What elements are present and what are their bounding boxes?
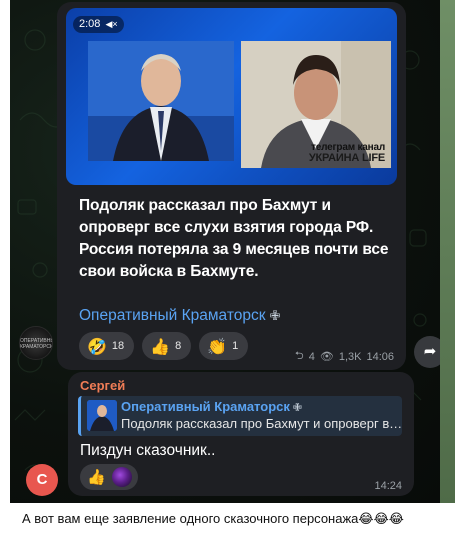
eye-icon: 👁 [319, 351, 334, 363]
reaction-count: 18 [111, 340, 125, 352]
reply-message-bubble[interactable]: Сергей Оперативный Краматорск ✙ Подоляк р… [68, 372, 414, 496]
reaction-chip[interactable]: 👍 [80, 464, 138, 490]
quoted-thumbnail-image [87, 400, 117, 431]
forward-count: 4 [308, 350, 315, 363]
video-right-panel-image: телеграм канал УКРАИНА LIFE [241, 41, 391, 168]
quoted-message[interactable]: Оперативный Краматорск ✙ Подоляк рассказа… [78, 396, 403, 436]
channel-watermark: телеграм канал УКРАИНА LIFE [305, 142, 385, 164]
post-message-text: Подоляк рассказал про Бахмут и опроверг … [79, 197, 389, 280]
news-anchor-image [88, 41, 234, 161]
post-signature[interactable]: Оперативный Краматорск ✙ [79, 307, 280, 325]
quoted-channel-label: Оперативный Краматорск [121, 399, 290, 414]
thumbs-up-emoji-icon: 👍 [150, 336, 171, 356]
reply-author-name[interactable]: Сергей [80, 378, 125, 393]
screenshot-frame: 2:08 ◀× телеграм канал УКРАИНА LIFE Подо… [0, 0, 455, 554]
user-avatar[interactable]: С [26, 464, 58, 496]
reaction-chip[interactable]: 👏 1 [199, 332, 249, 360]
signature-label: Оперативный Краматорск [79, 307, 266, 324]
watermark-line-2: УКРАИНА LIFE [308, 152, 385, 164]
video-thumbnail[interactable]: 2:08 ◀× телеграм канал УКРАИНА LIFE [66, 8, 397, 185]
channel-avatar-text: ОПЕРАТИВНЫЙ КРАМАТОРСК [20, 338, 53, 350]
channel-avatar[interactable]: ОПЕРАТИВНЫЙ КРАМАТОРСК [19, 326, 53, 360]
clapping-emoji-icon: 👏 [207, 336, 228, 356]
reaction-chip[interactable]: 👍 8 [142, 332, 192, 360]
quoted-thumbnail [87, 400, 117, 431]
avatar-letter: С [36, 471, 48, 488]
video-duration-chip: 2:08 ◀× [73, 16, 124, 33]
channel-post-bubble[interactable]: 2:08 ◀× телеграм канал УКРАИНА LIFE Подо… [57, 2, 406, 370]
post-time: 14:06 [366, 350, 394, 363]
post-meta: ⮌ 4 👁 1,3K 14:06 [295, 347, 394, 366]
cross-icon: ✙ [269, 308, 281, 323]
chat-background: 2:08 ◀× телеграм канал УКРАИНА LIFE Подо… [10, 0, 440, 503]
quoted-channel-name: Оперативный Краматорск ✙ [121, 399, 302, 414]
reaction-count: 8 [175, 340, 182, 352]
reply-message-text: Пиздун сказочник.. [80, 442, 216, 459]
thumbs-up-emoji-icon: 👍 [87, 468, 106, 486]
laughing-emoji-icon: 😂😂😂 [358, 512, 404, 527]
video-duration: 2:08 [79, 18, 101, 30]
reply-reactions-bar: 👍 [80, 464, 138, 490]
cross-icon: ✙ [292, 402, 303, 414]
forward-icon: ⮌ [294, 350, 304, 362]
rofl-emoji-icon: 🤣 [87, 336, 107, 356]
reaction-count: 1 [232, 340, 239, 352]
reactor-avatar [111, 467, 132, 487]
reply-time: 14:24 [374, 480, 402, 492]
video-left-panel-image [88, 41, 234, 161]
share-button[interactable]: ➦ [414, 336, 440, 368]
quoted-text: Подоляк рассказал про Бахмут и опроверг … [121, 416, 403, 431]
caption-label: А вот вам еще заявление одного сказочног… [22, 511, 359, 526]
view-count: 1,3K [338, 350, 362, 363]
reactions-bar: 🤣 18 👍 8 👏 1 [79, 332, 249, 360]
share-icon: ➦ [423, 343, 437, 360]
speaker-muted-icon[interactable]: ◀× [105, 19, 117, 29]
caption-text: А вот вам еще заявление одного сказочног… [22, 510, 442, 528]
reaction-chip[interactable]: 🤣 18 [79, 332, 135, 360]
side-edge-decoration [440, 0, 455, 503]
